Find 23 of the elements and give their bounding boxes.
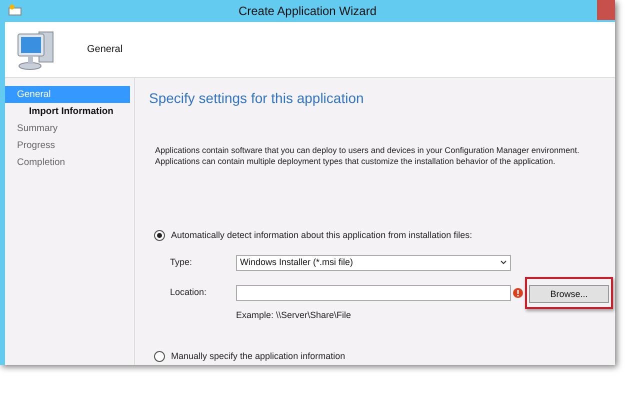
step-item[interactable]: Progress [5, 137, 130, 154]
dropdown-value: Windows Installer (*.msi file) [240, 256, 354, 269]
option-label: Automatically detect information about this application from installation files: [171, 229, 472, 242]
type-label: Type: [170, 256, 194, 269]
location-label: Location: [170, 286, 208, 299]
chevron-down-icon [500, 260, 507, 265]
radio-button[interactable] [154, 230, 165, 242]
description-text: Applications contain software that you can deploy to users and devices in your Configuration Manager environment. [154, 145, 580, 156]
type-dropdown[interactable]: Windows Installer (*.msi file) [236, 254, 511, 270]
example-text: Example: \\Server\Share\File [236, 308, 352, 322]
radio-button[interactable] [154, 351, 165, 362]
step-item[interactable]: General [5, 86, 130, 103]
page-title: General [87, 43, 123, 57]
step-item[interactable]: Summary [5, 120, 130, 137]
step-item[interactable]: Import Information [5, 103, 130, 120]
browse-button[interactable]: Browse... [529, 285, 609, 304]
section-heading: Specify settings for this application [149, 89, 365, 108]
app-icon [8, 4, 22, 16]
step-item[interactable]: Completion [5, 154, 130, 171]
location-field[interactable] [236, 284, 511, 300]
window-title: Create Application Wizard [238, 3, 377, 20]
option-label: Manually specify the application information [171, 350, 346, 363]
description-text: Applications can contain multiple deployment types that customize the installation behavior of the application. [154, 156, 556, 167]
